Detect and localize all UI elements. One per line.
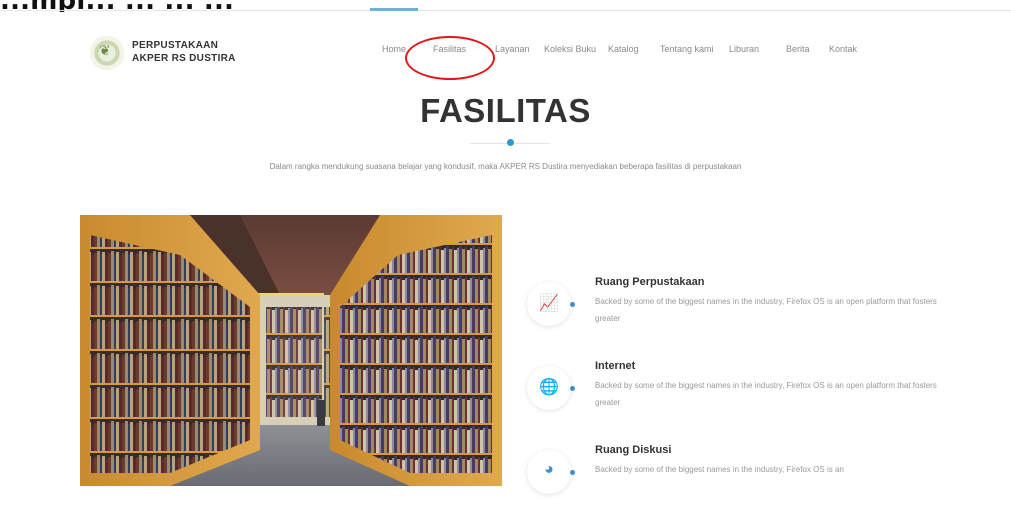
brand-line2: AKPER RS DUSTIRA	[132, 53, 236, 64]
top-divider	[0, 10, 1011, 11]
feature-dot	[570, 386, 575, 391]
feature-item: 📈 Ruang Perpustakaan Backed by some of t…	[527, 276, 947, 352]
section-title: FASILITAS	[420, 92, 591, 129]
brand-line1: PERPUSTAKAAN	[132, 40, 219, 51]
feature-desc: Backed by some of the biggest names in t…	[595, 297, 937, 323]
nav-kontak[interactable]: Kontak	[829, 44, 857, 54]
chart-line-icon: 📈	[527, 282, 571, 326]
nav-katalog[interactable]: Katalog	[608, 44, 639, 54]
active-tab-indicator	[370, 8, 418, 11]
brand[interactable]: PERPUSTAKAAN AKPER RS DUSTIRA	[132, 39, 236, 65]
nav-liburan[interactable]: Liburan	[729, 44, 759, 54]
pie-chart-icon: ◕	[527, 450, 571, 494]
library-logo-icon[interactable]: ❦	[90, 36, 124, 70]
globe-network-icon: 🌐	[527, 366, 571, 410]
feature-desc: Backed by some of the biggest names in t…	[595, 381, 937, 407]
navbar: ❦ PERPUSTAKAAN AKPER RS DUSTIRA Home Fas…	[0, 12, 1011, 92]
highlight-circle-annotation	[405, 36, 495, 80]
library-photo	[80, 215, 502, 486]
feature-dot	[570, 470, 575, 475]
nav-koleksi-buku[interactable]: Koleksi Buku	[544, 44, 596, 54]
section-subtitle: Dalam rangka mendukung suasana belajar y…	[269, 162, 742, 171]
feature-title: Internet	[595, 360, 636, 372]
feature-item: ◕ Ruang Diskusi Backed by some of the bi…	[527, 444, 947, 520]
feature-desc: Backed by some of the biggest names in t…	[595, 465, 844, 474]
feature-dot	[570, 302, 575, 307]
nav-tentang-kami[interactable]: Tentang kami	[660, 44, 714, 54]
feature-item: 🌐 Internet Backed by some of the biggest…	[527, 360, 947, 436]
feature-title: Ruang Diskusi	[595, 444, 672, 456]
feature-title: Ruang Perpustakaan	[595, 276, 705, 288]
title-divider-dot	[507, 139, 514, 146]
nav-home[interactable]: Home	[382, 44, 406, 54]
nav-layanan[interactable]: Layanan	[495, 44, 530, 54]
nav-berita[interactable]: Berita	[786, 44, 810, 54]
